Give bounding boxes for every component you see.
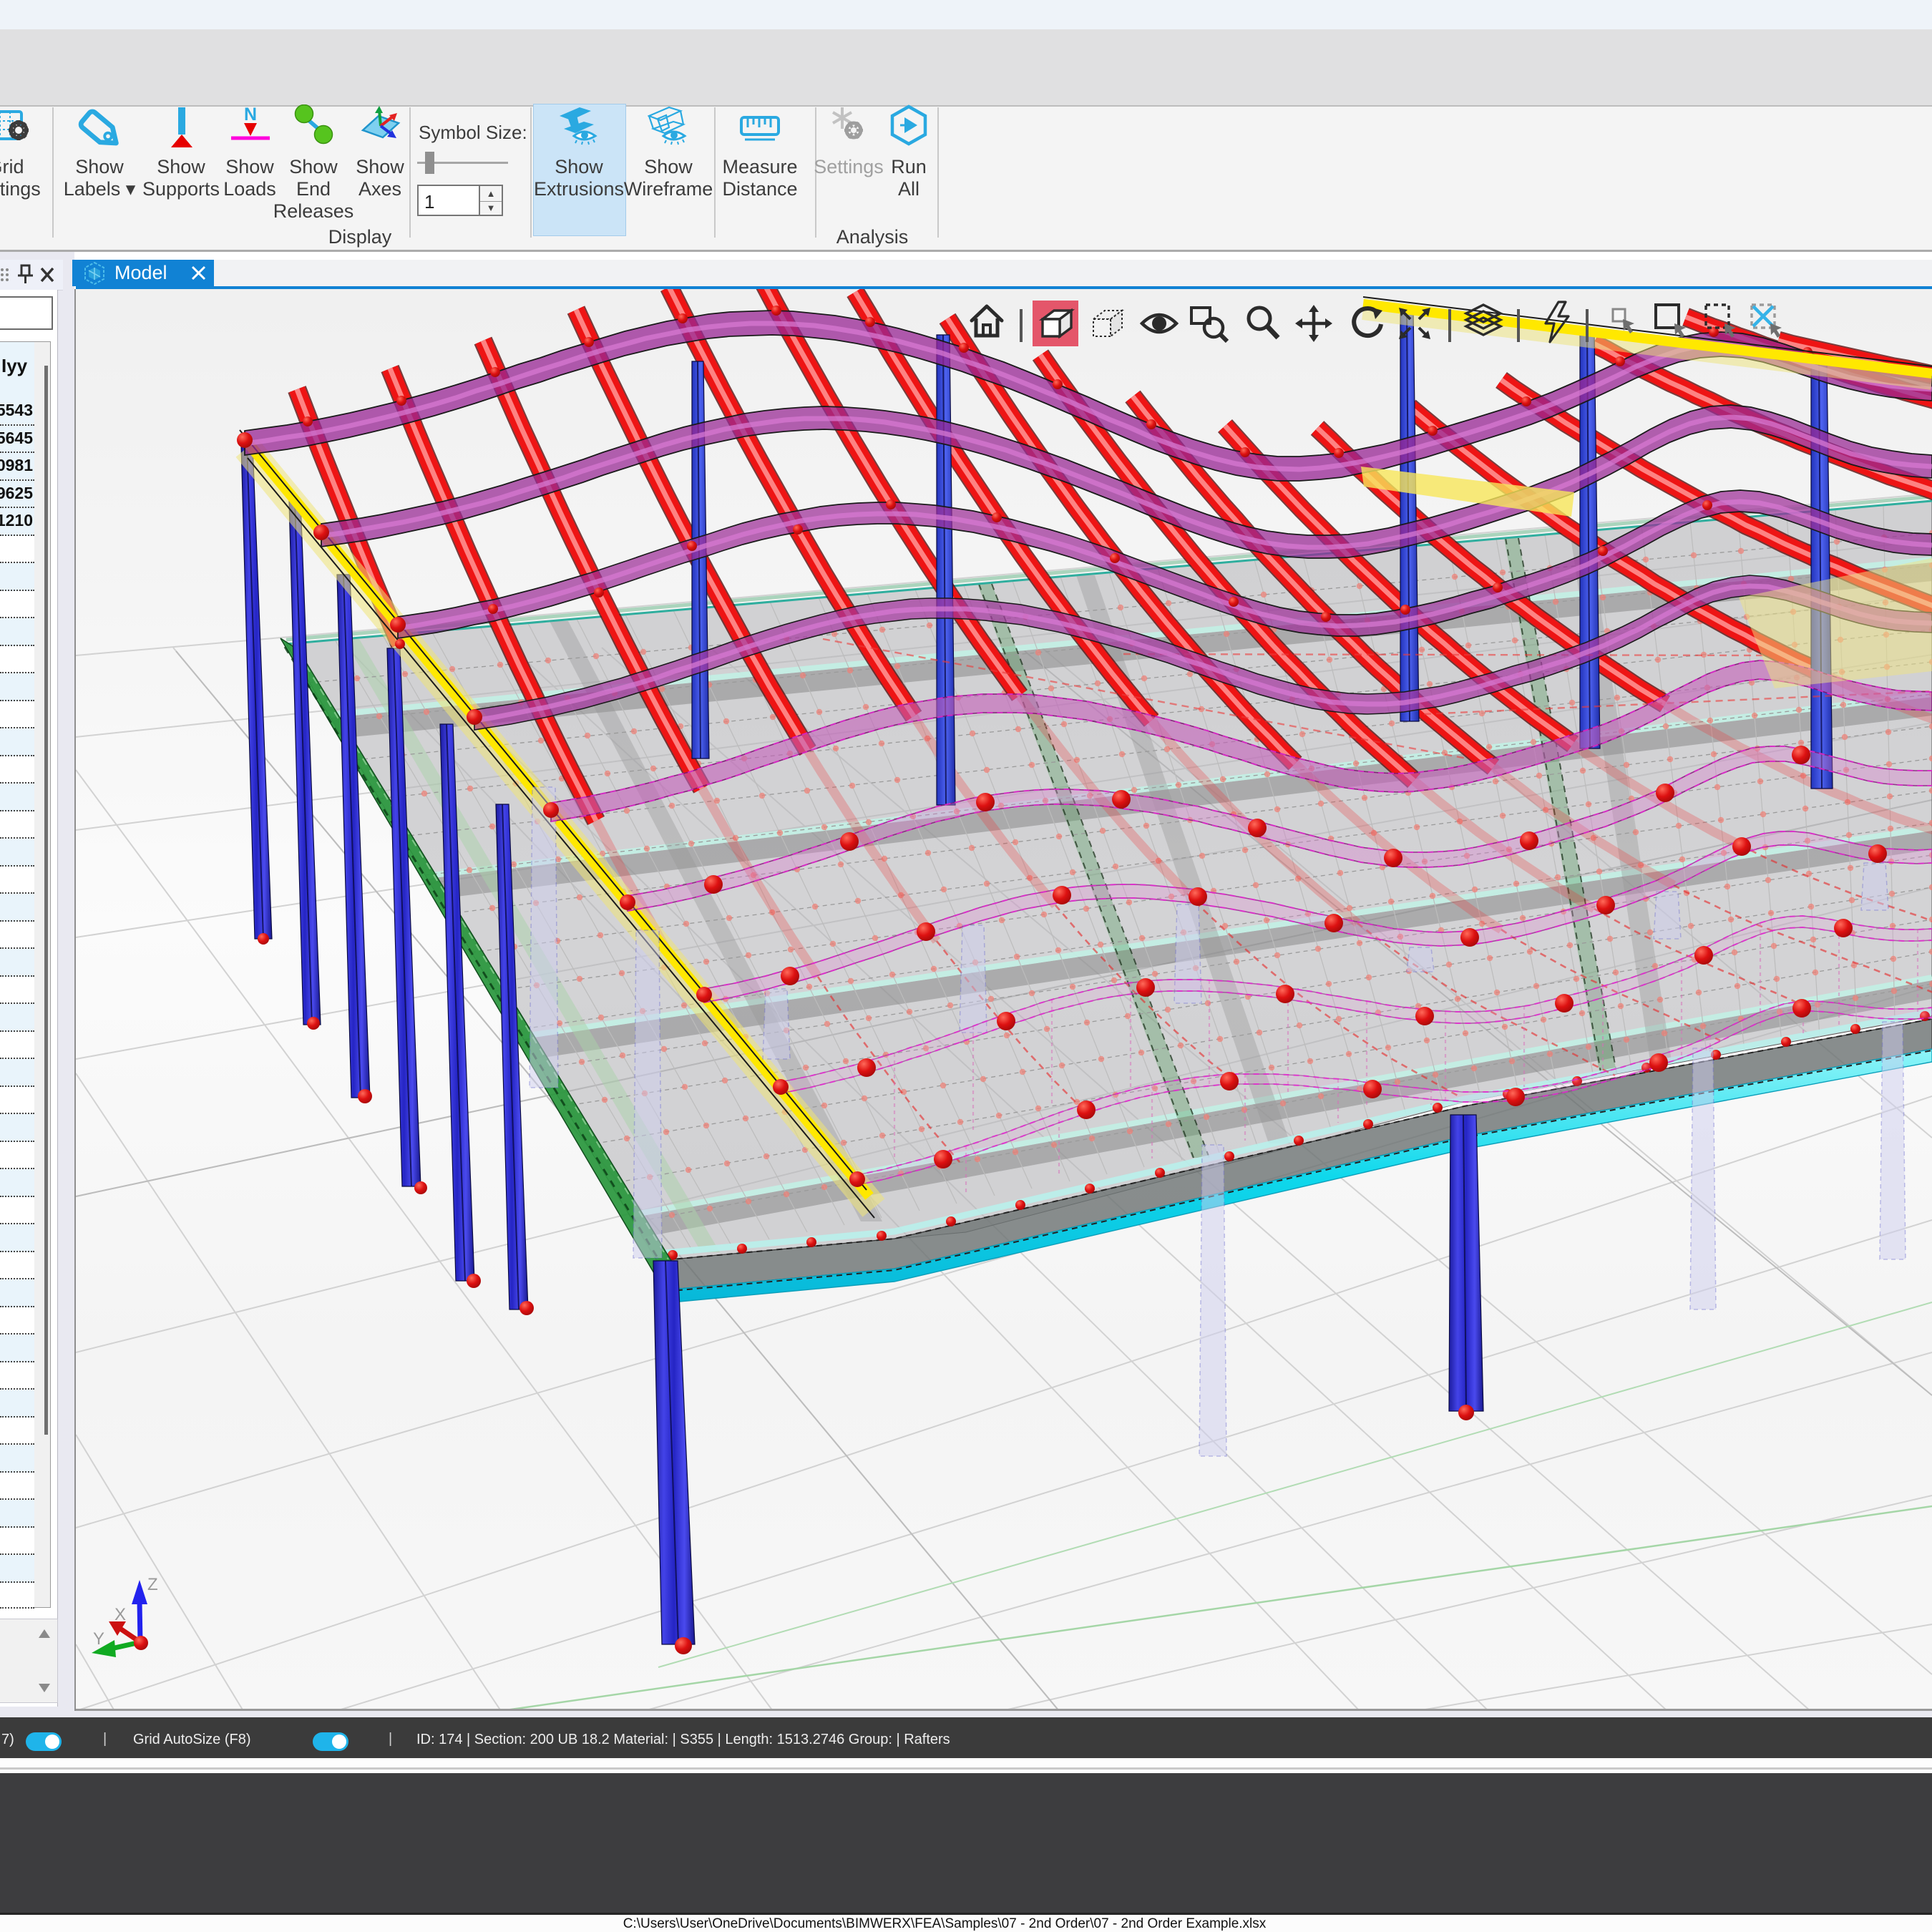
svg-text:N: N	[244, 106, 257, 125]
svg-text:X: X	[114, 1605, 126, 1624]
svg-text:Z: Z	[147, 1575, 158, 1594]
svg-text:Y: Y	[93, 1629, 104, 1649]
